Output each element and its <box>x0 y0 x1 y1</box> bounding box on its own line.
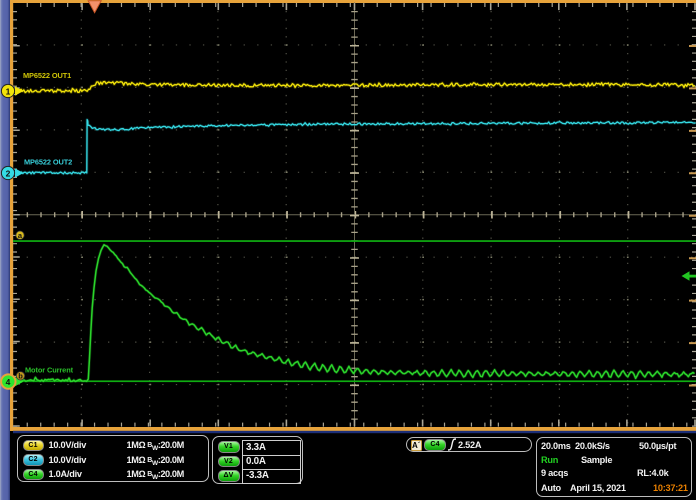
svg-text:MP6522 OUT1: MP6522 OUT1 <box>23 71 71 80</box>
svg-text:1: 1 <box>6 86 11 96</box>
svg-text:4: 4 <box>6 377 11 387</box>
svg-text:b: b <box>18 372 23 381</box>
svg-text:Motor Current: Motor Current <box>25 366 74 375</box>
svg-text:MP6522 OUT2: MP6522 OUT2 <box>24 158 72 167</box>
svg-text:2: 2 <box>6 168 11 178</box>
